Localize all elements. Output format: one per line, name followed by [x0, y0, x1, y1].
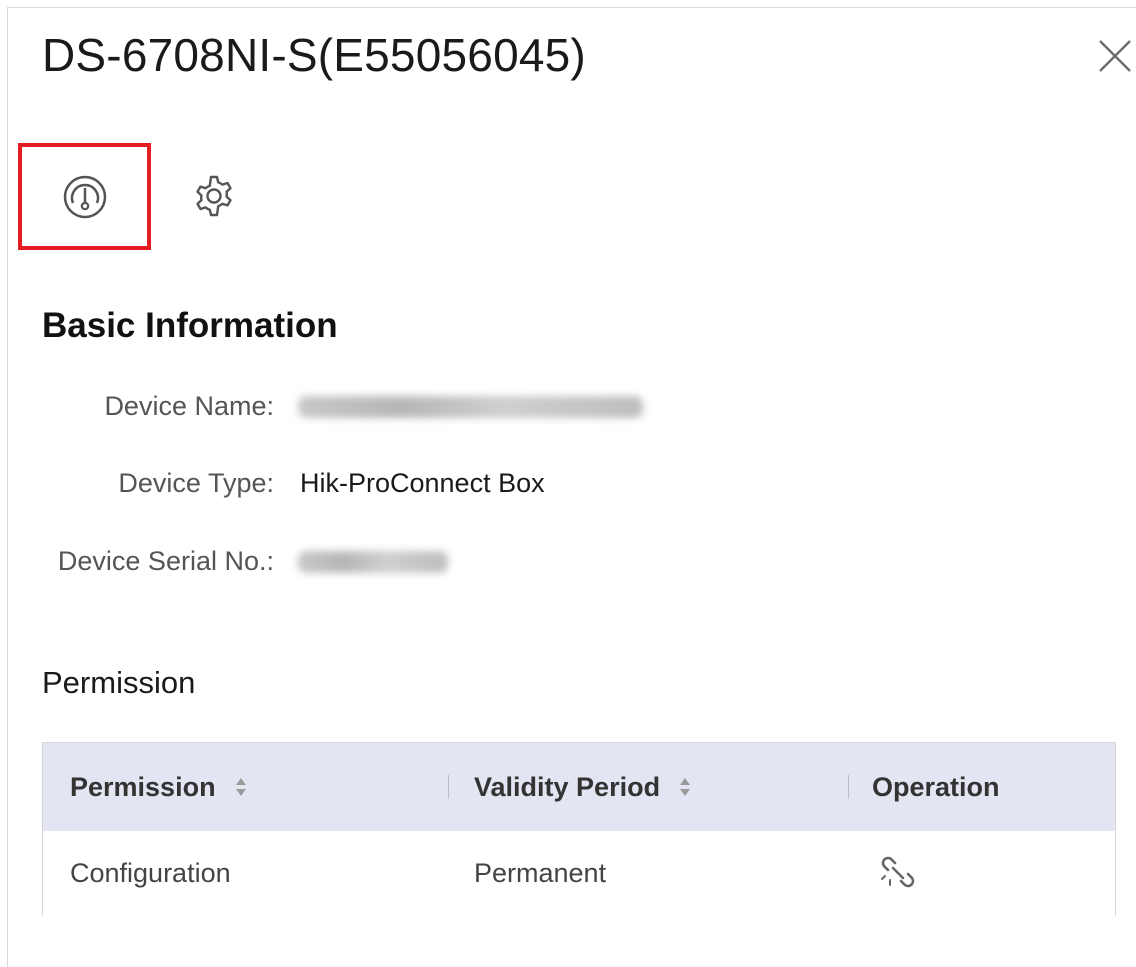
device-name-value-redacted	[298, 396, 643, 418]
basic-information-heading: Basic Information	[42, 306, 338, 345]
close-button[interactable]	[1097, 38, 1133, 74]
dialog-title: DS-6708NI-S(E55056045)	[42, 29, 586, 81]
permission-table: Permission Validity Period Operation Con…	[42, 742, 1116, 916]
device-serial-label: Device Serial No.:	[57, 546, 274, 576]
gear-icon	[196, 175, 232, 217]
device-type-value: Hik-ProConnect Box	[300, 468, 545, 498]
cell-permission: Configuration	[70, 858, 231, 888]
close-icon[interactable]	[1097, 38, 1133, 74]
column-operation-header: Operation	[872, 743, 1000, 831]
column-divider	[448, 775, 449, 799]
device-serial-value-redacted	[298, 551, 448, 573]
column-validity-label: Validity Period	[474, 771, 661, 802]
permission-heading: Permission	[42, 665, 196, 700]
unlink-icon[interactable]	[879, 853, 917, 891]
table-header: Permission Validity Period Operation	[43, 743, 1115, 831]
device-name-label: Device Name:	[104, 391, 274, 421]
settings-button[interactable]	[178, 160, 250, 232]
cell-validity: Permanent	[474, 858, 607, 888]
column-permission-label: Permission	[70, 771, 216, 802]
column-divider	[848, 775, 849, 799]
column-permission-header[interactable]: Permission	[70, 743, 248, 831]
device-status-gauge-icon	[63, 175, 106, 218]
device-status-button[interactable]	[18, 143, 151, 250]
sort-icon[interactable]	[678, 776, 692, 798]
sort-icon[interactable]	[234, 776, 248, 798]
table-row: Configuration Permanent	[43, 831, 1115, 916]
column-operation-label: Operation	[872, 771, 1000, 802]
device-type-label: Device Type:	[118, 468, 274, 498]
unlink-button[interactable]	[879, 853, 917, 891]
column-validity-header[interactable]: Validity Period	[474, 743, 692, 831]
